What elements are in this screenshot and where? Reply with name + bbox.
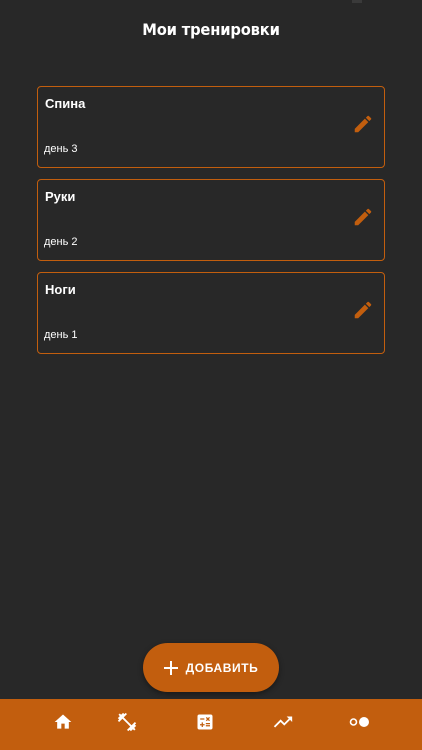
workout-card[interactable]: Ноги день 1	[37, 272, 385, 354]
workout-card[interactable]: Спина день 3	[37, 86, 385, 168]
workout-day: день 1	[44, 329, 78, 341]
nav-settings[interactable]	[348, 710, 372, 734]
plus-icon	[163, 660, 178, 675]
edit-button[interactable]	[350, 111, 376, 137]
trending-up-icon	[273, 716, 293, 728]
status-bar-indicator	[352, 0, 362, 3]
add-workout-button[interactable]: ДОБАВИТЬ	[143, 643, 279, 692]
toggle-icon	[349, 717, 369, 727]
workout-name: Ноги	[45, 282, 76, 297]
bottom-navigation	[0, 699, 422, 750]
home-icon	[54, 714, 72, 729]
workout-name: Руки	[45, 189, 76, 204]
nav-workouts[interactable]	[115, 710, 139, 734]
nav-calculator[interactable]	[193, 710, 217, 734]
page-title: Мои тренировки	[142, 20, 280, 39]
fitness-icon	[117, 712, 137, 732]
add-button-label: ДОБАВИТЬ	[185, 660, 259, 675]
edit-button[interactable]	[350, 204, 376, 230]
pencil-icon	[354, 115, 372, 133]
pencil-icon	[354, 208, 372, 226]
workout-list: Спина день 3 Руки день 2 Ноги день 1	[37, 86, 385, 365]
workout-name: Спина	[45, 96, 86, 111]
pencil-icon	[354, 301, 372, 319]
workout-card[interactable]: Руки день 2	[37, 179, 385, 261]
workout-day: день 2	[44, 236, 78, 248]
nav-progress[interactable]	[271, 710, 295, 734]
edit-button[interactable]	[350, 297, 376, 323]
calculator-icon	[197, 714, 213, 730]
workout-day: день 3	[44, 143, 78, 155]
nav-home[interactable]	[51, 710, 75, 734]
